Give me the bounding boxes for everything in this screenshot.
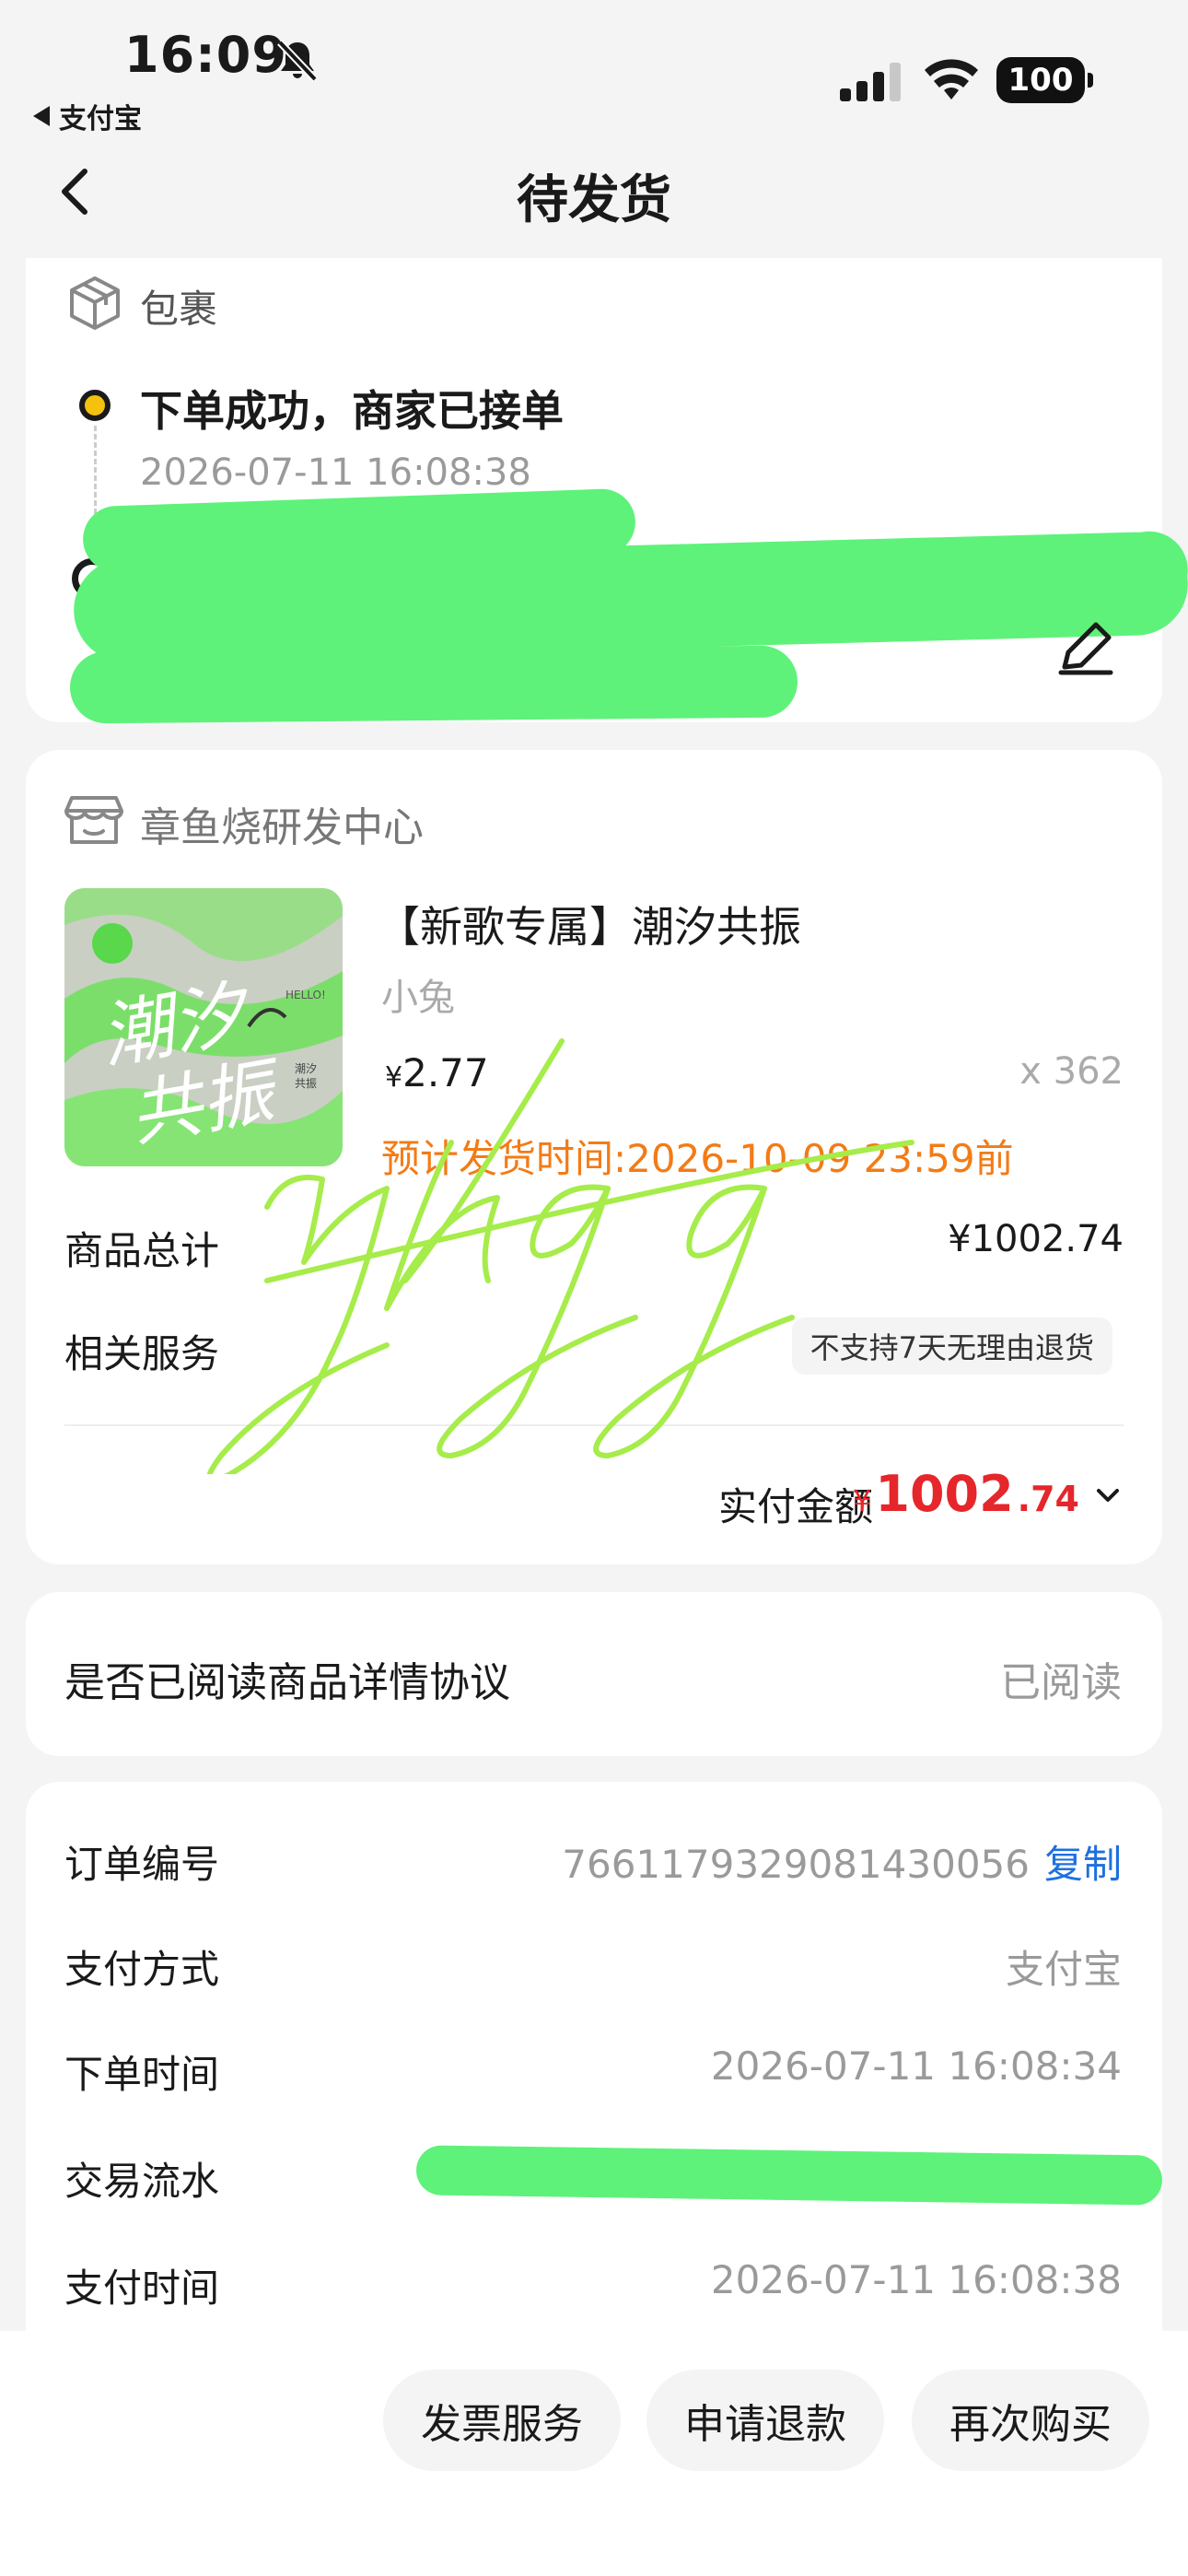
bell-muted-icon [277,40,318,82]
payment-time-value: 2026-07-11 16:08:38 [710,2257,1122,2302]
copy-button[interactable]: 复制 [1044,1842,1122,1887]
chevron-down-icon[interactable] [1094,1485,1122,1505]
cellular-signal-icon [840,63,901,101]
order-number-value: 7661179329081430056 [562,1842,1030,1887]
redaction-scribble [415,2145,1163,2206]
paid-decimal: .74 [1017,1479,1079,1519]
battery-indicator: 100 [996,57,1093,103]
paid-amount-label: 实付金额 [718,1484,874,1529]
buy-again-button[interactable]: 再次购买 [912,2370,1149,2471]
agreement-label: 是否已阅读商品详情协议 [64,1659,510,1706]
total-label: 商品总计 [64,1228,220,1273]
request-refund-button[interactable]: 申请退款 [646,2370,884,2471]
status-time: 16:09 [124,26,287,84]
product-artist: 小兔 [381,977,455,1019]
divider [64,1424,1124,1426]
timeline-step-title: 下单成功，商家已接单 [140,386,564,436]
agreement-status: 已阅读 [1000,1659,1122,1706]
wifi-icon [925,59,978,100]
order-number-row: 7661179329081430056 复制 [562,1833,1122,1890]
cover-small-1: 潮汐 [295,1061,317,1075]
timeline-step-time: 2026-07-11 16:08:38 [140,451,531,494]
payment-time-label: 支付时间 [64,2266,220,2311]
page-title: 待发货 [517,170,671,230]
estimated-ship-time: 预计发货时间:2026-10-09 23:59前 [381,1136,1014,1181]
package-title: 包裹 [140,287,218,332]
price-value: 2.77 [402,1050,489,1095]
service-label: 相关服务 [64,1331,220,1376]
paid-integer: 1002 [875,1465,1014,1523]
product-cover-image[interactable]: 潮汐 共振 HELLO! 潮汐 共振 [64,888,343,1166]
store-icon [64,796,123,844]
order-time-value: 2026-07-11 16:08:34 [710,2043,1122,2089]
back-app-label: 支付宝 [59,103,142,135]
back-triangle-icon [33,106,50,126]
product-title[interactable]: 【新歌专属】潮汐共振 [378,894,801,954]
invoice-service-button[interactable]: 发票服务 [383,2370,621,2471]
redaction-scribble [69,645,798,724]
product-quantity: x 362 [1019,1050,1124,1093]
transaction-id-label: 交易流水 [64,2159,220,2204]
back-to-app-link[interactable]: 支付宝 [33,96,142,136]
order-number-label: 订单编号 [64,1842,220,1887]
total-value: ¥1002.74 [948,1218,1124,1260]
paid-currency: ¥ [853,1483,872,1518]
product-price: ¥2.77 [385,1050,489,1095]
payment-method-label: 支付方式 [64,1947,220,1992]
cover-small-2: 共振 [295,1077,317,1090]
paid-amount[interactable]: ¥ 1002 .74 [853,1465,1079,1523]
timeline-dot-active [79,390,111,421]
service-tag: 不支持7天无理由退货 [791,1317,1112,1375]
edit-address-icon[interactable] [1055,619,1116,676]
package-box-icon [70,276,120,330]
price-currency: ¥ [385,1061,403,1094]
order-time-label: 下单时间 [64,2052,220,2097]
cover-label: HELLO! [285,989,326,1001]
shop-name[interactable]: 章鱼烧研发中心 [140,794,424,853]
payment-method-value: 支付宝 [1005,1947,1122,1992]
